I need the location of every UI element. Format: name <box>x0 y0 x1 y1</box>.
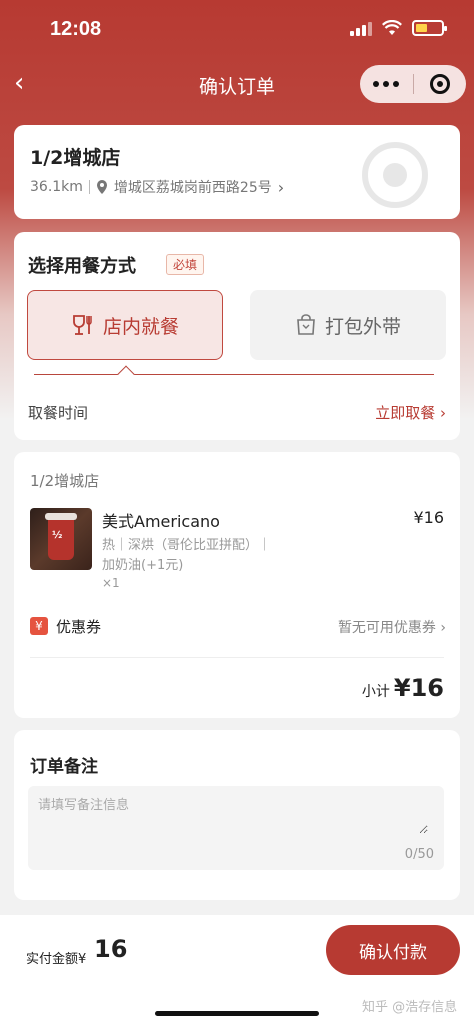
chevron-right-icon: › <box>277 177 285 197</box>
char-count: 0/50 <box>404 847 434 862</box>
meta-divider <box>88 180 90 194</box>
coupon-icon: ¥ <box>30 617 48 635</box>
mini-program-capsule <box>360 65 466 103</box>
signal-icon <box>350 20 372 36</box>
order-store-name: 1/2增城店 <box>30 472 100 490</box>
store-address: 增城区荔城岗前西路25号 <box>113 180 272 196</box>
pickup-time-label: 取餐时间 <box>28 404 89 422</box>
location-pin-icon <box>96 180 107 194</box>
watermark-text: 知乎 @浩存信息 <box>362 1000 458 1015</box>
dining-mode-card: 选择用餐方式 必填 店内就餐 打包外带 取餐时间 立即取餐 › <box>14 232 460 440</box>
store-card[interactable]: 1/2增城店 36.1km 增城区荔城岗前西路25号 › <box>14 125 460 219</box>
subtotal: 小计 ¥16 <box>362 674 444 702</box>
coupon-label: 优惠券 <box>56 618 102 636</box>
product-image: ½ <box>30 508 92 570</box>
wifi-icon <box>382 20 402 35</box>
total-amount: 16 <box>94 935 128 963</box>
more-icon[interactable] <box>360 81 413 87</box>
store-watermark-icon <box>362 142 428 208</box>
mode-indicator-caret <box>117 365 135 383</box>
order-card: 1/2增城店 ½ 美式Americano ¥16 热｜深烘（哥伦比亚拼配）｜ 加… <box>14 452 460 718</box>
subtotal-value: ¥16 <box>393 674 444 702</box>
order-note-title: 订单备注 <box>30 757 98 777</box>
takeout-label: 打包外带 <box>324 315 401 338</box>
status-bar: 12:08 <box>0 0 474 58</box>
wine-glass-icon <box>73 315 92 335</box>
order-note-card: 订单备注 0/50 <box>14 730 460 900</box>
nav-bar: ‹ 确认订单 <box>0 60 474 108</box>
takeout-button[interactable]: 打包外带 <box>250 290 446 360</box>
order-note-input[interactable] <box>38 794 428 834</box>
home-indicator[interactable] <box>155 1011 319 1016</box>
coupon-selector[interactable]: 暂无可用优惠券 › <box>338 617 446 637</box>
product-name: 美式Americano <box>102 512 220 531</box>
mode-indicator-line <box>34 374 434 375</box>
dining-mode-title: 选择用餐方式 <box>28 256 136 277</box>
order-note-box: 0/50 <box>28 786 444 870</box>
bag-icon <box>297 314 315 335</box>
status-time: 12:08 <box>50 18 102 40</box>
store-name: 1/2增城店 <box>30 147 121 169</box>
dine-in-button[interactable]: 店内就餐 <box>27 290 223 360</box>
pickup-time-selector[interactable]: 立即取餐 › <box>375 402 446 423</box>
battery-icon <box>412 20 447 36</box>
total-label: 实付金额¥ <box>26 952 87 967</box>
store-distance: 36.1km <box>30 179 83 195</box>
cup-lid-graphic <box>45 513 77 520</box>
product-quantity: ×1 <box>102 576 120 590</box>
dine-in-label: 店内就餐 <box>102 315 179 338</box>
close-miniapp-icon[interactable] <box>414 74 467 94</box>
confirm-pay-button[interactable]: 确认付款 <box>326 925 460 975</box>
subtotal-label: 小计 <box>361 684 390 700</box>
status-icons <box>350 20 447 36</box>
cup-logo: ½ <box>52 530 63 541</box>
store-meta: 36.1km 增城区荔城岗前西路25号 › <box>30 177 284 197</box>
divider <box>30 657 444 658</box>
product-addons: 加奶油(+1元) <box>102 558 184 573</box>
product-options: 热｜深烘（哥伦比亚拼配）｜ <box>102 538 272 553</box>
checkout-bar: 实付金额¥ 16 确认付款 知乎 @浩存信息 <box>0 915 474 1025</box>
product-price: ¥16 <box>413 508 444 527</box>
required-badge: 必填 <box>166 254 205 275</box>
